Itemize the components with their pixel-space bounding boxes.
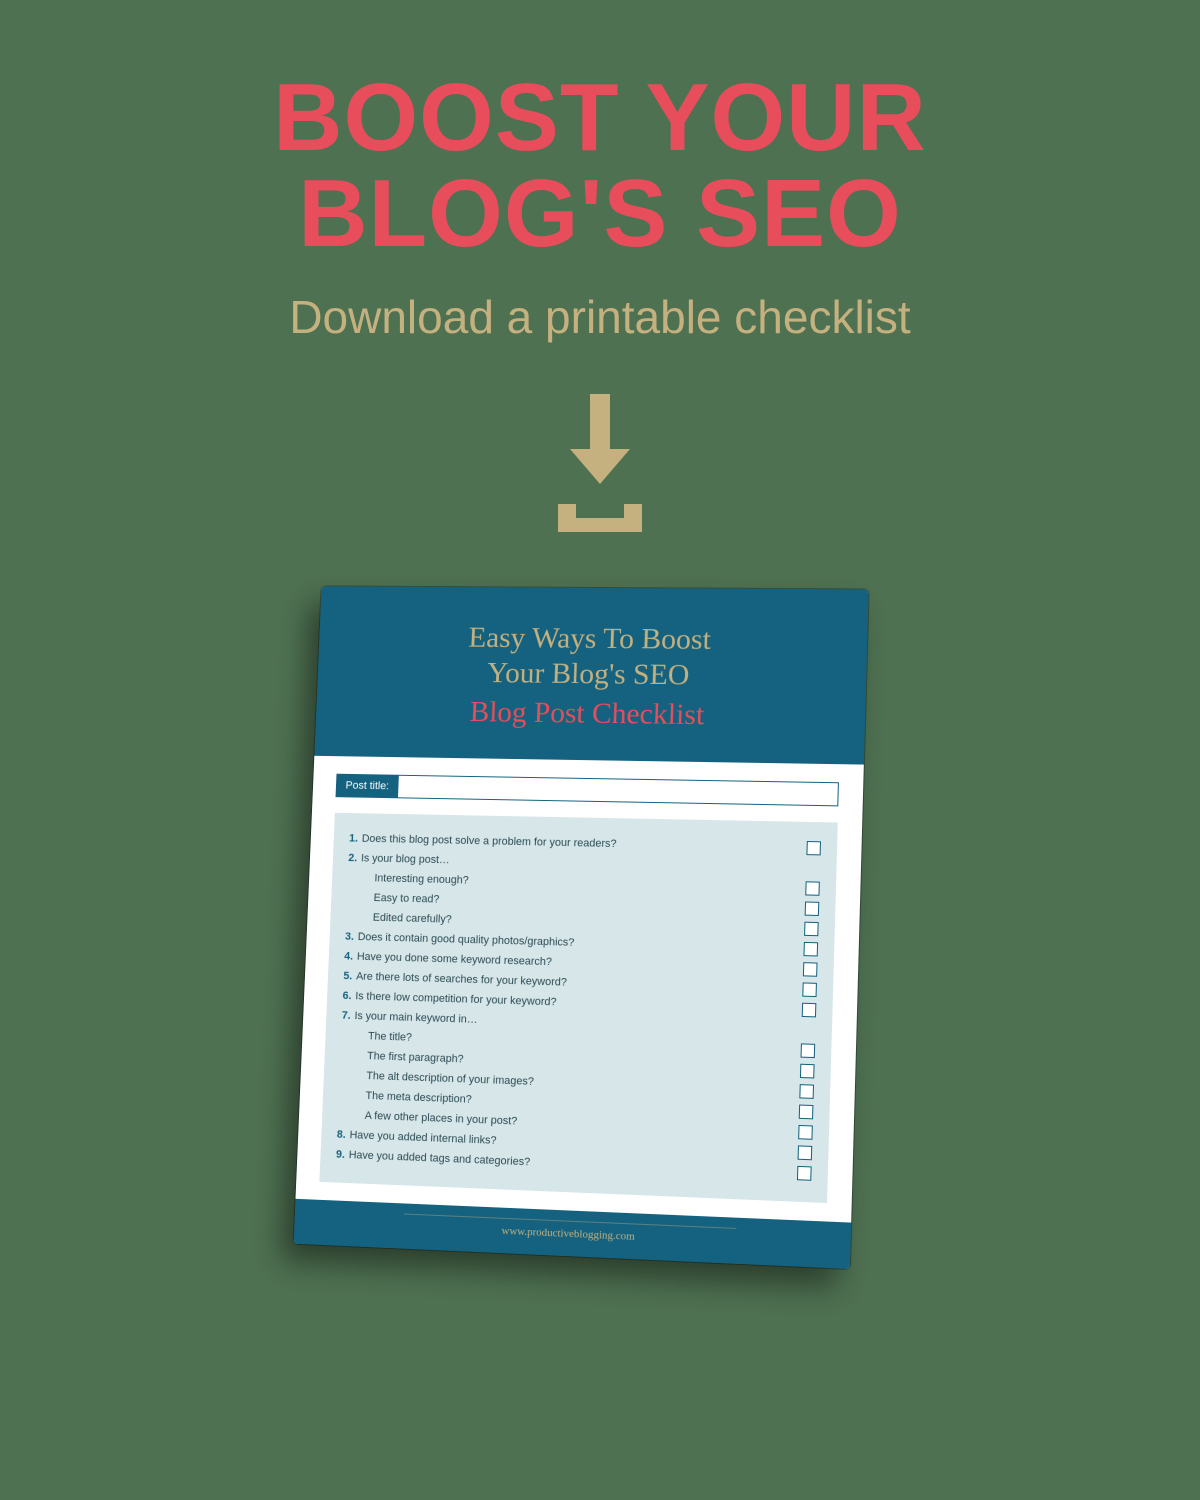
checkbox: [805, 881, 820, 895]
document-mockup: Easy Ways To Boost Your Blog's SEO Blog …: [300, 584, 900, 1254]
checkbox: [806, 841, 821, 855]
footer-url: www.productiveblogging.com: [403, 1213, 737, 1247]
checkbox: [805, 901, 820, 915]
checkbox: [804, 922, 819, 937]
document-body: Post title: 1.Does this blog post solve …: [295, 756, 863, 1223]
doc-title-line1b: Your Blog's SEO: [487, 657, 690, 692]
post-title-input: [398, 775, 839, 807]
checklist-item-number: 5.: [343, 970, 352, 982]
checklist-panel: 1.Does this blog post solve a problem fo…: [319, 813, 837, 1203]
checkbox: [798, 1125, 813, 1140]
checkbox: [803, 962, 818, 977]
checkbox: [803, 942, 818, 957]
checklist-item-number: 2.: [348, 852, 357, 864]
checklist-item-number: 1.: [349, 833, 358, 845]
checkbox: [798, 1145, 813, 1160]
checklist-item-number: 7.: [342, 1010, 351, 1022]
document-header: Easy Ways To Boost Your Blog's SEO Blog …: [314, 586, 868, 764]
post-title-row: Post title:: [336, 774, 839, 807]
checklist-item-number: 9.: [336, 1149, 345, 1161]
doc-title-line1a: Easy Ways To Boost: [468, 621, 711, 656]
download-icon: [540, 394, 660, 534]
checklist-item-number: 8.: [337, 1129, 346, 1141]
post-title-label: Post title:: [336, 774, 400, 799]
subtitle: Download a printable checklist: [0, 290, 1200, 344]
doc-subtitle: Blog Post Checklist: [335, 691, 846, 736]
checkbox: [797, 1166, 812, 1181]
checkbox: [802, 1003, 817, 1018]
checkbox: [799, 1084, 814, 1099]
checkbox: [802, 982, 817, 997]
checklist-item-number: 6.: [342, 990, 351, 1002]
hero-title-line1: BOOST YOUR: [273, 64, 927, 171]
checkbox: [801, 1043, 816, 1058]
checklist-item-number: 4.: [344, 950, 353, 962]
checklist-item-number: 3.: [345, 931, 354, 943]
hero-title-line2: BLOG'S SEO: [298, 160, 902, 267]
checkbox: [800, 1064, 815, 1079]
hero-title: BOOST YOUR BLOG'S SEO: [0, 0, 1200, 262]
checkbox: [799, 1105, 814, 1120]
